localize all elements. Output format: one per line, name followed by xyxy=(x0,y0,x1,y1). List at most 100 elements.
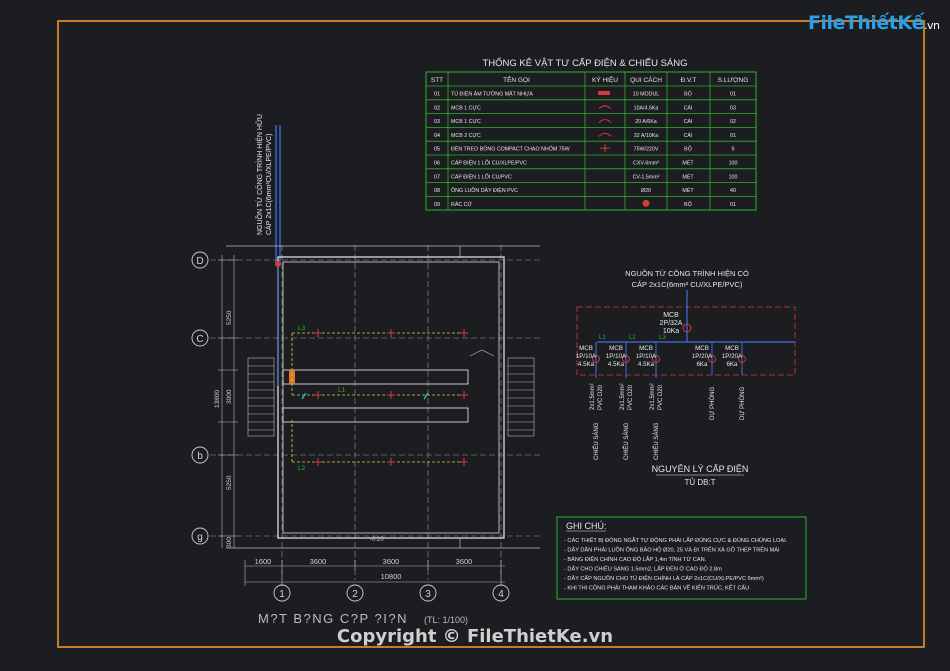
branch-mcb-rating: 1P/10A xyxy=(576,353,597,360)
dim-x-total: 10800 xyxy=(381,572,402,581)
table-header: S.LƯỢNG xyxy=(718,77,749,84)
table-cell-name: TỦ ĐIỆN ÂM TƯỜNG MẶT NHỰA xyxy=(451,90,533,98)
floor-level: -0.20 xyxy=(370,537,384,543)
schematic-subtitle: TỦ DB:T xyxy=(684,478,715,487)
table-cell-spec: CXV-6mm² xyxy=(633,161,659,167)
table-cell-stt: 09 xyxy=(434,202,440,208)
branch-mcb-rating: 1P/10A xyxy=(606,353,627,360)
dim-x-1: 1600 xyxy=(255,557,272,566)
branch-mcb-label: MCB xyxy=(639,345,653,352)
circuit-tag-l1: L1 xyxy=(338,387,346,394)
branch-mcb-label: MCB xyxy=(725,345,739,352)
table-header: STT xyxy=(431,77,443,84)
table-cell-name: MCB 1 CỰC xyxy=(451,105,481,111)
branch-mcb-label: MCB xyxy=(579,345,593,352)
source-note-2: CÁP 2x1C(6mm²CU/XLPE/PVC) xyxy=(264,134,273,235)
branch-mcb-ka: 6Ka xyxy=(696,361,708,368)
dim-y-1: 5250 xyxy=(226,310,233,325)
branch-mcb-ka: 4.5Ka xyxy=(638,361,655,368)
table-cell-spec: Ø20 xyxy=(641,188,651,194)
table-cell-unit: CÁI xyxy=(684,132,693,139)
ground-symbol-icon xyxy=(642,199,650,207)
dim-y-4: 300 xyxy=(226,537,233,548)
branch-load: DỰ PHÒNG xyxy=(709,387,716,420)
table-cell-stt: 03 xyxy=(434,119,440,125)
table-cell-spec: 10A/4.5Ka xyxy=(634,105,659,111)
axis-row-c: C xyxy=(196,334,203,345)
floor-plan: L3 L1 L2 -0.20 D C b g 5250 3000 5250 30 xyxy=(191,245,540,626)
note-item: - DÂY CẤP NGUỒN CHO TỦ ĐIỆN CHÍNH LÀ CÁP… xyxy=(564,574,764,582)
axis-col-1: 1 xyxy=(279,589,285,600)
table-cell-unit: BỘ xyxy=(684,146,692,153)
dim-x-2: 3600 xyxy=(310,557,327,566)
branch-pipe: PVC D20 xyxy=(658,384,664,410)
branch-mcb-label: MCB xyxy=(695,345,709,352)
branch-mcb-label: MCB xyxy=(609,345,623,352)
axis-col-4: 4 xyxy=(498,589,504,600)
axis-col-3: 3 xyxy=(425,589,431,600)
plan-scale: (TL: 1/100) xyxy=(424,615,468,625)
switch-icon xyxy=(301,392,307,400)
schematic-title: NGUYÊN LÝ CẤP ĐIỆN xyxy=(652,464,749,474)
plan-source-note: NGUỒN TỪ CÔNG TRÌNH HIỆN HỮU CÁP 2x1C(6m… xyxy=(254,114,281,265)
circuit-tag-l3: L3 xyxy=(298,325,306,332)
table-cell-stt: 08 xyxy=(434,188,440,194)
branch-cable: 2x1.5mm² xyxy=(650,383,656,410)
branch-pipe: PVC D20 xyxy=(628,384,634,410)
main-mcb-1: MCB xyxy=(663,312,679,319)
main-mcb-2: 2P/32A xyxy=(660,320,683,327)
table-cell-qty: 01 xyxy=(730,92,736,98)
table-cell-qty: 02 xyxy=(730,119,736,125)
table-cell-unit: BỘ xyxy=(684,91,692,98)
branch-mcb-ka: 4.5Ka xyxy=(608,361,625,368)
table-cell-unit: BỘ xyxy=(684,201,692,208)
table-header: TÊN GỌI xyxy=(503,75,530,84)
table-cell-qty: 100 xyxy=(729,174,738,180)
table-header: QUI CÁCH xyxy=(630,75,662,84)
branch-load: CHIẾU SÁNG xyxy=(593,422,600,460)
axis-row-b: b xyxy=(197,451,203,462)
table-cell-qty: 03 xyxy=(730,105,736,111)
note-item: - KHI THI CÔNG PHẢI THAM KHẢO CÁC BẢN VẼ… xyxy=(564,585,749,592)
branch-mcb-rating: 1P/20A xyxy=(692,353,713,360)
note-item: - DÂY DẪN PHẢI LUỒN ỐNG BẢO HỘ Ø20, 25 V… xyxy=(564,546,780,554)
table-cell-name: ĐÈN TREO BÓNG COMPACT CHAO NHÔM 75W xyxy=(451,146,570,153)
table-cell-qty: 01 xyxy=(730,133,736,139)
table-cell-unit: MÉT xyxy=(682,187,694,194)
axis-col-2: 2 xyxy=(352,589,358,600)
mcb-symbol-icon xyxy=(598,105,612,110)
table-cell-qty: 9 xyxy=(732,147,735,153)
table-title: THỐNG KÊ VẬT TƯ CẤP ĐIỆN & CHIẾU SÁNG xyxy=(482,57,687,69)
material-table: THỐNG KÊ VẬT TƯ CẤP ĐIỆN & CHIẾU SÁNG ST… xyxy=(425,57,757,211)
table-cell-stt: 04 xyxy=(434,133,440,139)
axis-row-g: g xyxy=(197,532,203,543)
circuit-tag-l2: L2 xyxy=(298,465,306,472)
table-cell-spec: 32 A/10Ka xyxy=(634,133,659,139)
table-cell-name: CÁP ĐIỆN 1 LÕI CU/PVC xyxy=(451,172,512,180)
table-cell-name: ỐNG LUỒN DÂY ĐIỆN PVC xyxy=(451,186,518,194)
table-cell-qty: 100 xyxy=(729,161,738,167)
bus-l3: L3 xyxy=(659,335,666,341)
table-cell-stt: 01 xyxy=(434,92,440,98)
table-header: Đ.V.T xyxy=(680,77,696,84)
panel-symbol-icon xyxy=(598,91,610,95)
branch-mcb-ka: 6Ka xyxy=(726,361,738,368)
table-header: KÝ HIỆU xyxy=(592,75,618,84)
table-cell-spec: 75W/220V xyxy=(634,147,659,153)
dim-y-2: 3000 xyxy=(226,389,233,404)
table-cell-name: MCB 1 CỰC xyxy=(451,119,481,125)
table-cell-spec: CV-1.5mm² xyxy=(633,174,660,180)
table-cell-qty: 40 xyxy=(730,188,736,194)
table-cell-name: RÁC CỬ xyxy=(451,201,472,208)
note-item: - CÁC THIẾT BỊ ĐÓNG NGẮT TỰ ĐỘNG PHẢI LẮ… xyxy=(564,536,788,544)
schematic-source-1: NGUỒN TỪ CÔNG TRÌNH HIỆN CÓ xyxy=(625,268,749,278)
branch-mcb-rating: 1P/10A xyxy=(636,353,657,360)
branch-load: DỰ PHÒNG xyxy=(739,387,746,420)
branch-pipe: PVC D20 xyxy=(598,384,604,410)
table-cell-spec: 20 A/6Ka xyxy=(635,119,657,125)
branch-mcb-rating: 1P/20A xyxy=(722,353,743,360)
copyright-text: Copyright © FileThietKe.vn xyxy=(336,626,614,647)
branch-cable: 2x1.5mm² xyxy=(590,383,596,410)
cad-drawing: THỐNG KÊ VẬT TƯ CẤP ĐIỆN & CHIẾU SÁNG ST… xyxy=(191,57,807,626)
mcb-symbol-icon xyxy=(598,119,612,123)
